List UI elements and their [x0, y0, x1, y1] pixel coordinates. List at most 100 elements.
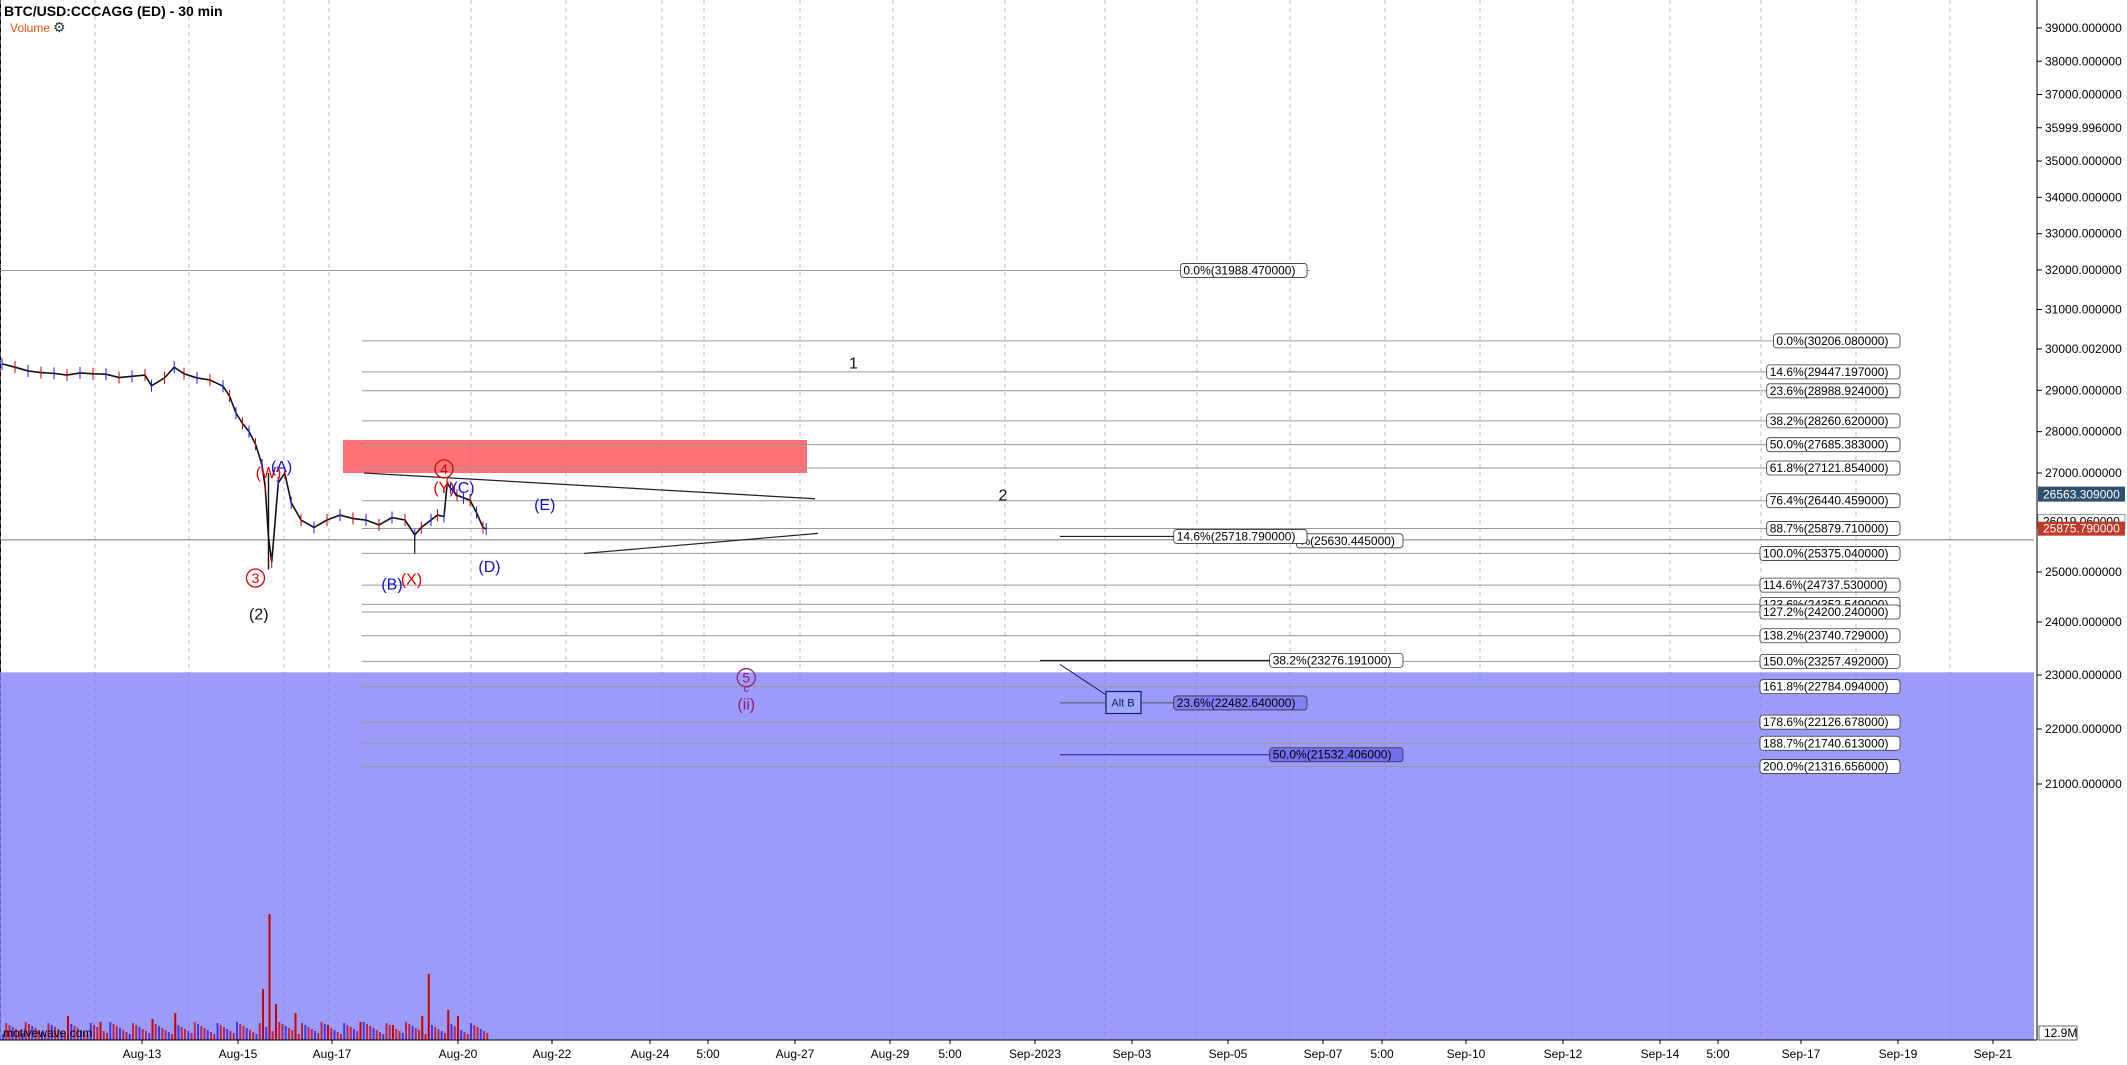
volume-bar — [398, 1031, 401, 1040]
volume-bar — [102, 1031, 105, 1040]
volume-bar — [210, 1032, 212, 1040]
volume-bar — [197, 1024, 199, 1040]
fib-label: 150.0%(23257.492000) — [1763, 654, 1888, 668]
price-axis-label: 27000.000000 — [2045, 466, 2122, 480]
fib-label: 127.2%(24200.240000) — [1763, 605, 1888, 619]
volume-bar — [359, 1022, 362, 1040]
fib-label: %(25630.445000) — [1300, 534, 1395, 548]
volume-bar — [382, 1034, 385, 1040]
volume-bar — [353, 1029, 355, 1040]
volume-bar — [362, 1022, 365, 1040]
volume-bar — [317, 1033, 320, 1040]
volume-bar — [278, 1022, 281, 1040]
volume-bar — [437, 1029, 440, 1040]
time-axis-label: Aug-24 — [631, 1047, 670, 1061]
volume-bar — [106, 1033, 108, 1040]
volume-bar — [135, 1025, 138, 1040]
fib-label: 114.6%(24737.530000) — [1763, 578, 1888, 592]
volume-bar — [109, 1022, 112, 1040]
volume-bar — [408, 1024, 411, 1040]
volume-bar — [200, 1026, 203, 1040]
volume-bar — [444, 1033, 446, 1040]
volume-bar — [343, 1023, 346, 1040]
volume-bar — [154, 1024, 157, 1040]
volume-bar — [99, 1022, 102, 1040]
volume-bar — [476, 1027, 479, 1040]
volume-bar — [119, 1028, 121, 1040]
volume-bar — [330, 1028, 333, 1040]
volume-bar — [369, 1026, 372, 1040]
volume-bar — [262, 989, 264, 1040]
volume-bar — [236, 1022, 238, 1040]
volume-bar — [268, 914, 271, 1040]
volume-bar — [307, 1027, 310, 1040]
volume-axis-label: 12.9M — [2044, 1026, 2077, 1040]
wave-label: (B) — [381, 577, 402, 594]
volume-bar — [96, 1027, 99, 1040]
volume-bar — [239, 1024, 242, 1040]
volume-bar — [379, 1032, 381, 1040]
fib-label: 88.7%(25879.710000) — [1770, 521, 1889, 535]
time-axis-label: 5:00 — [1370, 1047, 1394, 1061]
fib-label: 188.7%(21740.613000) — [1763, 736, 1888, 750]
wave-label: 4 — [440, 461, 448, 477]
time-axis-label: Aug-17 — [313, 1047, 352, 1061]
fib-label: 50.0%(21532.406000) — [1273, 748, 1392, 762]
volume-bar — [440, 1031, 443, 1040]
volume-bar — [281, 1024, 284, 1040]
time-axis-label: Aug-20 — [439, 1047, 478, 1061]
volume-bar — [450, 1024, 453, 1040]
price-tag-label: 25875.790000 — [2043, 522, 2120, 536]
volume-bar — [395, 1029, 398, 1040]
volume-bar — [301, 1023, 303, 1040]
price-axis-label: 30000.002000 — [2045, 342, 2122, 356]
price-axis-label: 29000.000000 — [2045, 383, 2122, 397]
price-axis-label: 21000.000000 — [2045, 777, 2122, 791]
volume-bar — [216, 1023, 219, 1040]
volume-bar — [470, 1023, 472, 1040]
volume-bar — [151, 1019, 154, 1040]
fib-label: 61.8%(27121.854000) — [1770, 461, 1889, 475]
time-axis-label: 5:00 — [938, 1047, 962, 1061]
time-axis-label: Aug-27 — [776, 1047, 815, 1061]
volume-bar — [255, 1034, 258, 1040]
volume-bar — [128, 1034, 131, 1040]
price-axis-label: 31000.000000 — [2045, 303, 2122, 317]
volume-bar — [275, 1004, 277, 1040]
chart-title: BTC/USD:CCCAGG (ED) - 30 min — [4, 3, 223, 19]
volume-bar — [418, 1030, 420, 1040]
volume-bar — [122, 1030, 125, 1040]
volume-bar — [148, 1033, 151, 1040]
time-axis-label: Aug-15 — [219, 1047, 258, 1061]
volume-bar — [138, 1027, 141, 1040]
price-axis-label: 37000.000000 — [2045, 88, 2122, 102]
fib-label: 0.0%(30206.080000) — [1776, 334, 1888, 348]
volume-bar — [304, 1025, 307, 1040]
volume-bar — [141, 1029, 144, 1040]
volume-bar — [223, 1027, 225, 1040]
volume-bar — [213, 1034, 216, 1040]
wave-label: (A) — [271, 459, 292, 476]
volume-bar — [349, 1027, 352, 1040]
volume-bar — [161, 1028, 164, 1040]
volume-bar — [414, 1028, 417, 1040]
volume-bar — [431, 1025, 433, 1040]
time-axis-label: Sep-2023 — [1009, 1047, 1061, 1061]
volume-bar — [158, 1026, 160, 1040]
volume-label: Volume — [10, 21, 51, 35]
volume-bar — [405, 1022, 407, 1040]
price-axis-label: 33000.000000 — [2045, 227, 2122, 241]
price-axis-label: 32000.000000 — [2045, 263, 2122, 277]
volume-bar — [392, 1025, 394, 1040]
volume-bar — [460, 1030, 463, 1040]
chart-area[interactable]: 39000.000000 38000.000000 37000.000000 3599… — [0, 0, 2127, 1065]
time-axis-label: Aug-13 — [123, 1047, 162, 1061]
blue-target-zone — [0, 672, 2034, 1040]
wave-label: 1 — [849, 355, 858, 372]
last-price-label: 26563.309000 — [2043, 488, 2120, 502]
fib-label: 38.2%(28260.620000) — [1770, 414, 1889, 428]
volume-bar — [284, 1026, 287, 1040]
volume-bar — [401, 1033, 404, 1040]
gear-icon[interactable]: ⚙ — [53, 20, 66, 34]
volume-bar — [125, 1032, 128, 1040]
